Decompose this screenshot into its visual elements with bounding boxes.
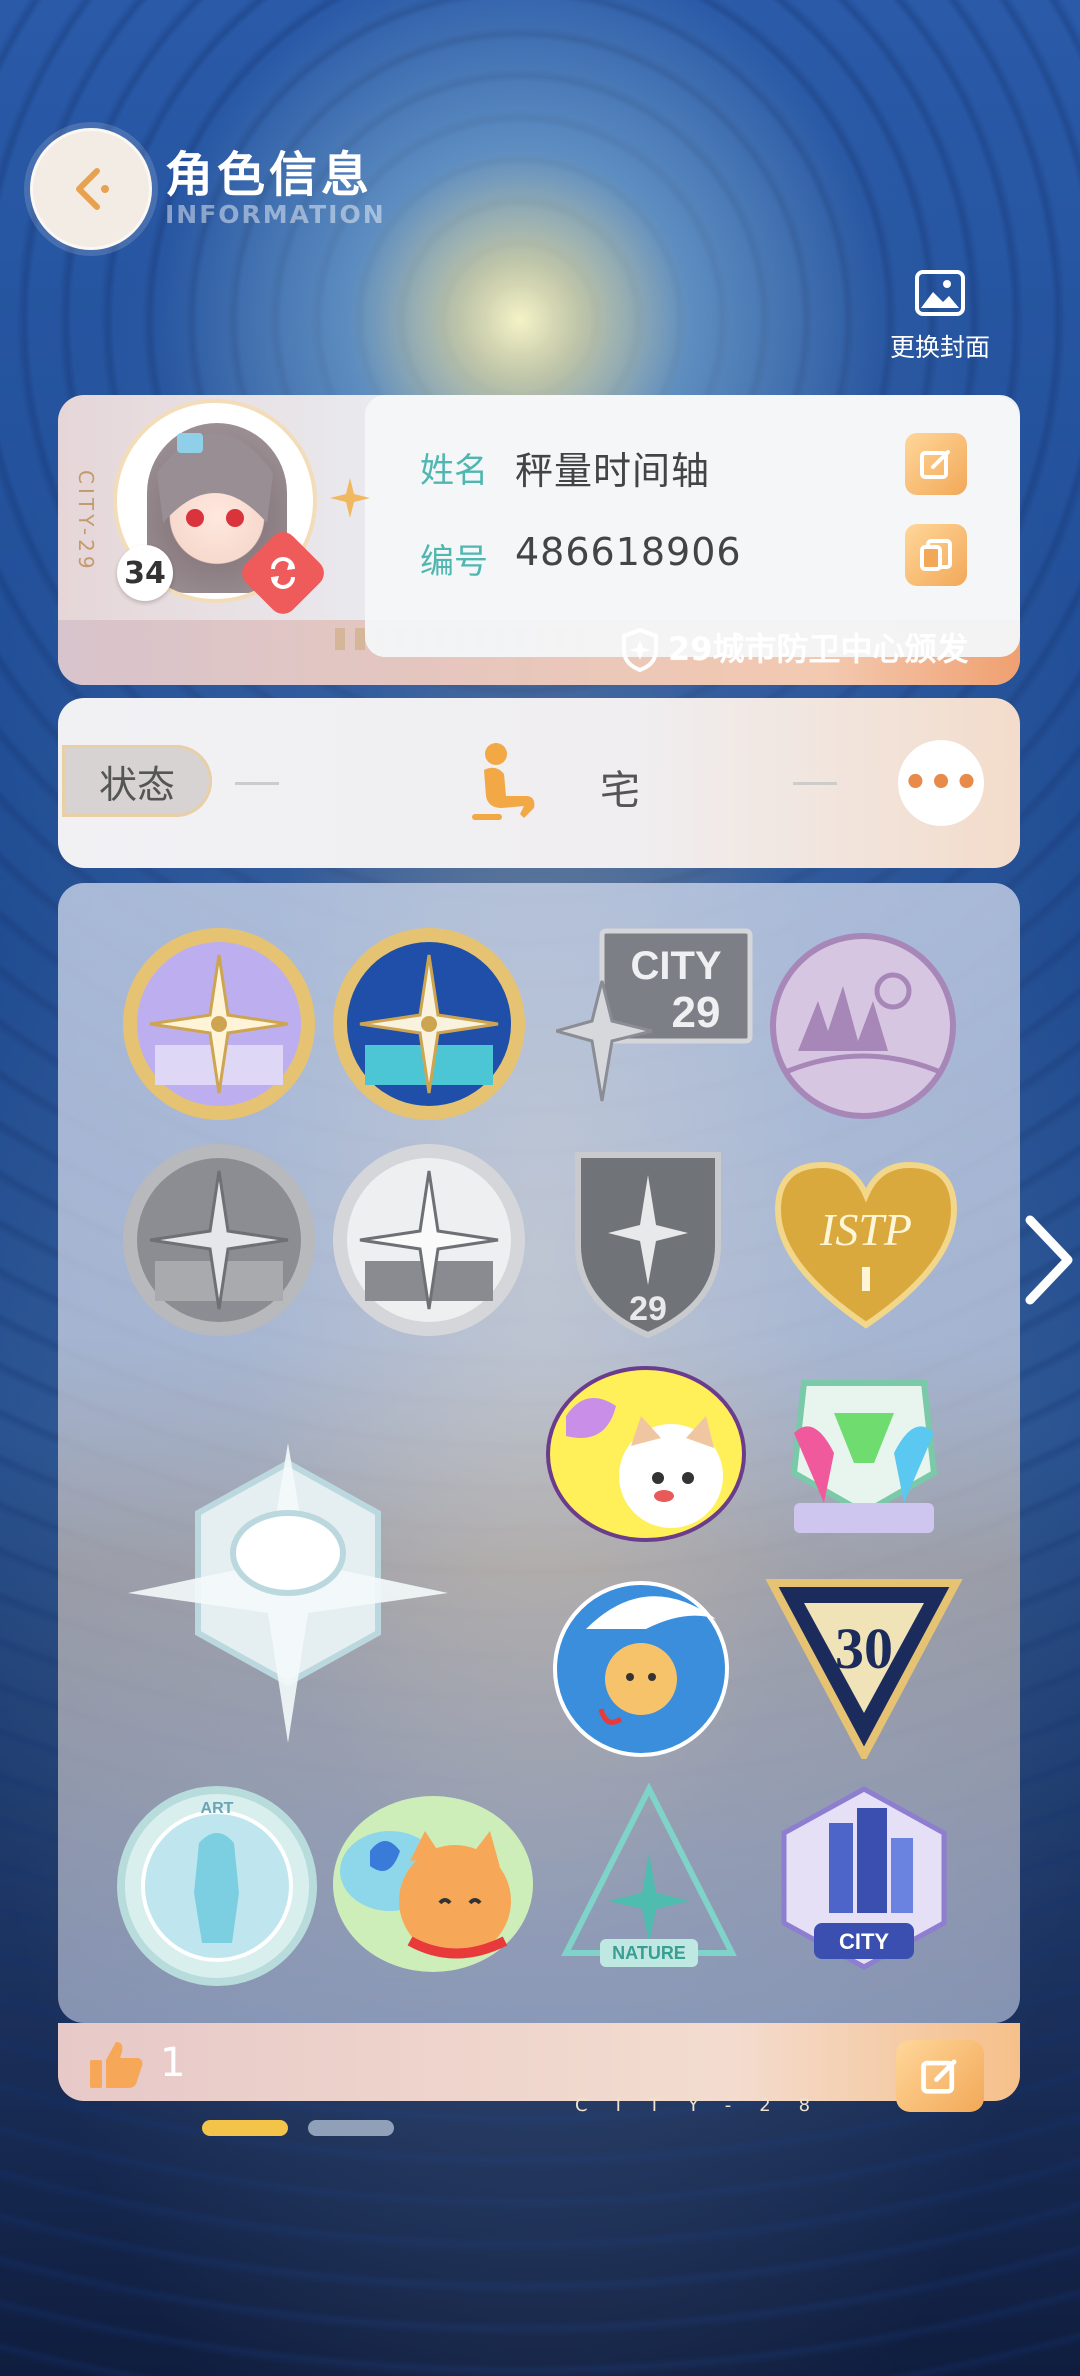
svg-text:29: 29 <box>629 1290 667 1328</box>
swap-icon <box>271 557 295 589</box>
compass-badge-silver-1[interactable] <box>120 1141 318 1339</box>
forest-badge[interactable] <box>768 931 958 1121</box>
image-icon <box>915 270 965 316</box>
triangle-30-badge[interactable]: 30 <box>764 1573 964 1759</box>
istp-heart-badge[interactable]: ISTP <box>768 1155 964 1335</box>
compass-badge-blue[interactable] <box>330 925 528 1123</box>
city-vertical-tag: CITY-29 <box>74 470 98 573</box>
status-divider-left <box>235 782 279 785</box>
svg-text:30: 30 <box>835 1616 893 1681</box>
status-value[interactable]: 宅 <box>600 758 640 816</box>
more-dots-icon: ••• <box>902 760 980 806</box>
page-indicator-active[interactable] <box>202 2120 288 2136</box>
svg-text:CITY: CITY <box>630 944 721 988</box>
svg-text:CITY: CITY <box>839 1929 889 1954</box>
svg-text:29: 29 <box>672 988 721 1037</box>
compass-badge-purple[interactable] <box>120 925 318 1123</box>
badge-panel-footer <box>58 2023 1020 2101</box>
edit-badges-button[interactable] <box>896 2040 984 2112</box>
edit-icon <box>920 450 950 479</box>
status-divider-right <box>793 782 837 785</box>
copy-id-button[interactable] <box>905 524 967 586</box>
name-value: 秤量时间轴 <box>515 449 711 493</box>
cat-heart-badge[interactable] <box>546 1366 746 1542</box>
star-hexagon-badge[interactable] <box>128 1443 448 1743</box>
level-badge: 34 <box>117 545 173 601</box>
nature-badge[interactable]: NATURE <box>560 1783 738 1985</box>
edit-name-button[interactable] <box>905 433 967 495</box>
shield-29-badge[interactable]: 29 <box>558 1145 738 1341</box>
sitting-person-icon[interactable] <box>466 742 542 822</box>
shield-icon <box>622 628 658 672</box>
city-building-badge[interactable]: CITY <box>774 1783 954 1989</box>
like-count: 1 <box>160 2040 186 2086</box>
svg-text:NATURE: NATURE <box>612 1943 686 1963</box>
change-cover-label: 更换封面 <box>889 333 990 362</box>
art-statue-badge[interactable]: ART <box>114 1783 320 1989</box>
badge-collection-panel: CITY 29 29 ISTP 30 ART NATURE CITY <box>58 883 1020 2023</box>
page-indicator[interactable] <box>308 2120 394 2136</box>
change-cover-button[interactable]: 更换封面 <box>870 270 1010 364</box>
page-title: 角色信息 <box>165 147 374 203</box>
city-29-badge[interactable]: CITY 29 <box>556 921 766 1111</box>
edit-icon <box>921 2059 957 2094</box>
orange-cat-badge[interactable] <box>330 1791 536 1977</box>
city-footer-text: CITY-28 <box>575 2095 839 2116</box>
rain-cat-badge[interactable] <box>546 1569 746 1759</box>
more-options-button[interactable]: ••• <box>898 740 984 826</box>
chevron-right-icon[interactable] <box>1020 1210 1080 1310</box>
page-subtitle: INFORMATION <box>165 200 386 229</box>
svg-text:ISTP: ISTP <box>819 1204 912 1255</box>
id-label: 编号 <box>420 542 488 582</box>
id-value: 486618906 <box>515 530 742 574</box>
thumbs-up-icon <box>90 2042 143 2088</box>
name-label: 姓名 <box>420 451 488 491</box>
copy-icon <box>920 539 952 571</box>
rainbow-hands-badge[interactable] <box>764 1353 964 1553</box>
compass-badge-silver-2[interactable] <box>330 1141 528 1339</box>
sparkle-icon <box>330 478 370 518</box>
svg-text:ART: ART <box>201 1800 234 1817</box>
issuer-text: 29城市防卫中心颁发 <box>668 630 969 668</box>
back-button[interactable] <box>30 128 152 250</box>
like-button[interactable] <box>88 2038 144 2094</box>
back-arrow-icon <box>76 168 109 210</box>
status-label: 状态 <box>62 745 212 817</box>
